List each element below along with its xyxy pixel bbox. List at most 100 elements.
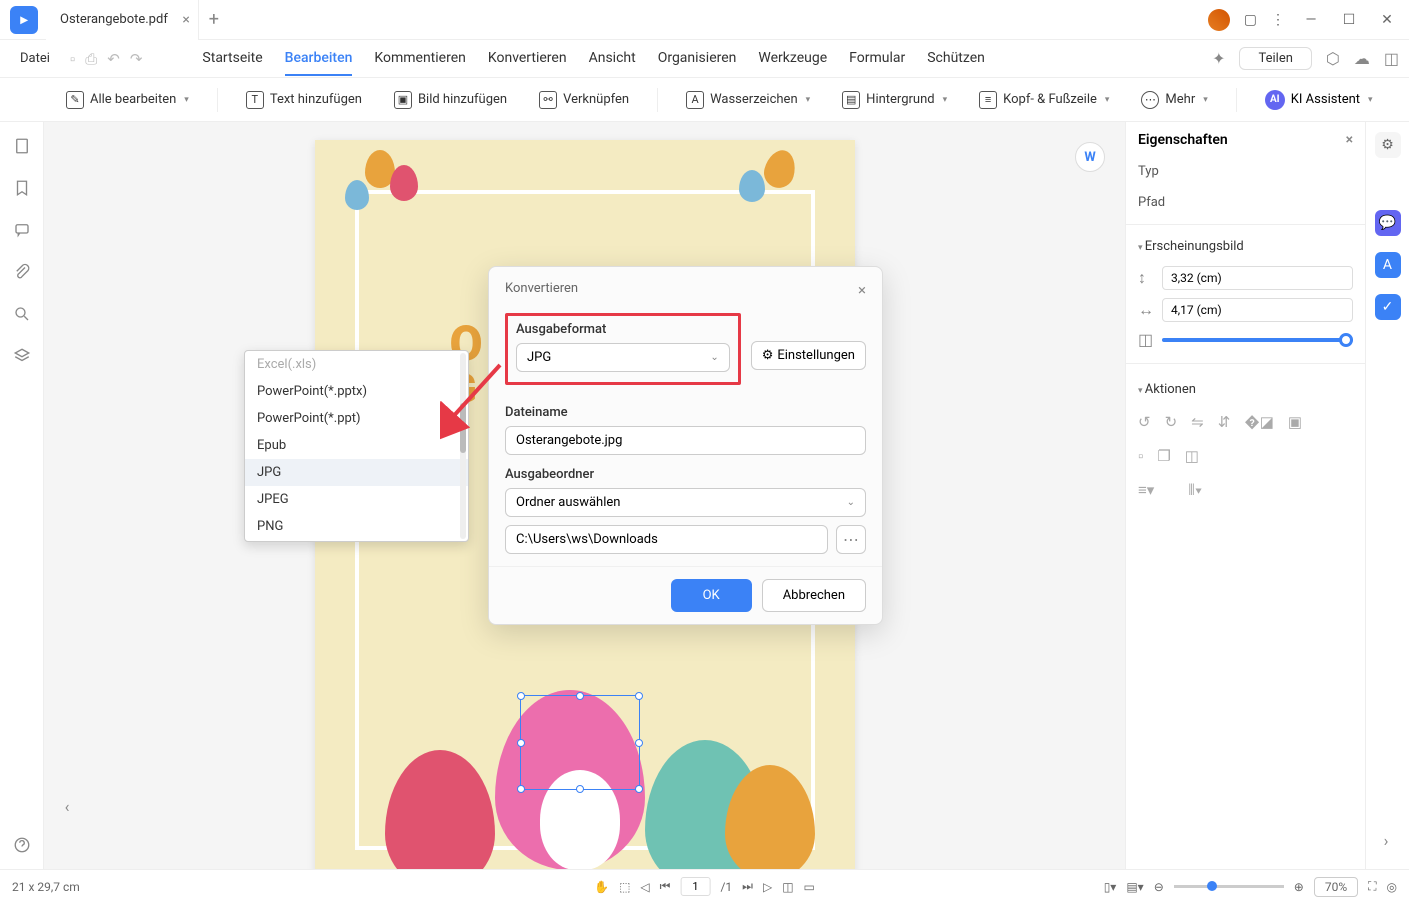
zoom-value[interactable]: 70% xyxy=(1314,877,1358,897)
select-tool-icon[interactable]: ⬚ xyxy=(619,880,630,894)
overlap-icon[interactable]: ◫ xyxy=(1185,447,1199,465)
dropdown-item[interactable]: BMP xyxy=(245,540,468,542)
tab-tools[interactable]: Werkzeuge xyxy=(758,42,827,76)
dropdown-item[interactable]: Epub xyxy=(245,432,468,459)
close-window-button[interactable]: ✕ xyxy=(1375,12,1399,28)
tab-form[interactable]: Formular xyxy=(849,42,905,76)
dropdown-item[interactable]: JPEG xyxy=(245,486,468,513)
browse-folder-button[interactable]: ⋯ xyxy=(836,525,866,554)
more-button[interactable]: ⋯Mehr xyxy=(1131,85,1217,115)
share-button[interactable]: Teilen xyxy=(1239,47,1311,70)
tab-edit[interactable]: Bearbeiten xyxy=(285,42,353,76)
search-icon[interactable] xyxy=(12,304,32,324)
filename-input[interactable] xyxy=(505,426,866,455)
share-icon-3[interactable]: ◫ xyxy=(1384,49,1399,68)
share-icon-1[interactable]: ⬡ xyxy=(1326,49,1340,68)
comments-icon[interactable] xyxy=(12,220,32,240)
help-icon[interactable] xyxy=(12,835,32,855)
appearance-section[interactable]: Erscheinungsbild xyxy=(1126,231,1365,262)
crop-icon[interactable]: �◪ xyxy=(1244,413,1274,431)
user-avatar[interactable] xyxy=(1208,9,1230,31)
tab-comment[interactable]: Kommentieren xyxy=(374,42,465,76)
dropdown-item[interactable]: PNG xyxy=(245,513,468,540)
height-input[interactable] xyxy=(1162,266,1353,290)
layers-icon[interactable] xyxy=(12,346,32,366)
next-page-icon[interactable]: ▷ xyxy=(763,880,772,894)
prev-page-icon[interactable]: ◁ xyxy=(640,880,649,894)
lightbulb-icon[interactable]: ✦ xyxy=(1212,49,1225,68)
fit-width-icon[interactable]: ▯▾ xyxy=(1104,880,1117,894)
tab-protect[interactable]: Schützen xyxy=(927,42,985,76)
undo-icon[interactable]: ↶ xyxy=(107,50,120,68)
document-tab[interactable]: Osterangebote.pdf × xyxy=(46,0,199,40)
copy-icon[interactable]: ❐ xyxy=(1157,447,1170,465)
zoom-slider[interactable] xyxy=(1174,885,1284,888)
dropdown-item[interactable]: PowerPoint(*.ppt) xyxy=(245,405,468,432)
ai-assistant-button[interactable]: AIKI Assistent xyxy=(1255,84,1383,116)
link-button[interactable]: ⚯Verknüpfen xyxy=(529,85,639,115)
thumbnails-icon[interactable] xyxy=(12,136,32,156)
bookmarks-icon[interactable] xyxy=(12,178,32,198)
width-input[interactable] xyxy=(1162,298,1353,322)
word-export-badge[interactable]: W xyxy=(1075,142,1105,172)
settings-button[interactable]: ⚙Einstellungen xyxy=(751,341,866,370)
distribute-icon[interactable]: ⦀▾ xyxy=(1188,481,1202,499)
collapse-left-icon[interactable]: ‹ xyxy=(52,791,82,821)
file-menu[interactable]: Datei xyxy=(10,51,60,66)
last-page-icon[interactable]: ⏭ xyxy=(742,879,753,894)
print-icon[interactable]: ⎙ xyxy=(85,50,97,68)
tab-close-icon[interactable]: × xyxy=(182,12,189,28)
folder-path-input[interactable] xyxy=(505,525,828,554)
tab-view[interactable]: Ansicht xyxy=(589,42,636,76)
tab-convert[interactable]: Konvertieren xyxy=(488,42,567,76)
cancel-button[interactable]: Abbrechen xyxy=(762,579,866,612)
dropdown-scrollbar[interactable] xyxy=(460,353,466,539)
page-layout-icon[interactable]: ◫ xyxy=(782,880,793,894)
settings-rail-icon[interactable]: ⚙ xyxy=(1375,132,1401,158)
fullscreen-icon[interactable]: ⛶ xyxy=(1368,879,1376,894)
hand-tool-icon[interactable]: ✋ xyxy=(594,880,609,894)
format-select[interactable]: JPG⌄ xyxy=(516,343,730,372)
close-panel-icon[interactable]: × xyxy=(1346,132,1353,148)
flip-v-icon[interactable]: ⇵ xyxy=(1218,413,1231,431)
dropdown-item[interactable]: PowerPoint(*.pptx) xyxy=(245,378,468,405)
new-tab-button[interactable]: + xyxy=(199,9,229,30)
collapse-right-icon[interactable]: › xyxy=(1371,825,1401,855)
rotate-right-icon[interactable]: ↻ xyxy=(1165,413,1178,431)
comment-icon[interactable]: ▢ xyxy=(1244,12,1257,28)
dropdown-item[interactable]: Excel(.xls) xyxy=(245,351,468,378)
ai-chat-icon[interactable]: 💬 xyxy=(1375,210,1401,236)
rotate-left-icon[interactable]: ↺ xyxy=(1138,413,1151,431)
background-button[interactable]: ▤Hintergrund xyxy=(832,85,957,115)
view-mode-icon[interactable]: ▤▾ xyxy=(1126,880,1143,894)
page-number-input[interactable] xyxy=(680,877,710,896)
replace-icon[interactable]: ▣ xyxy=(1288,413,1302,431)
fit-page-icon[interactable]: ◎ xyxy=(1387,880,1397,894)
first-page-icon[interactable]: ⏮ xyxy=(660,879,671,894)
ai-check-icon[interactable]: ✓ xyxy=(1375,294,1401,320)
extract-icon[interactable]: ▫ xyxy=(1138,447,1143,465)
dropdown-item-selected[interactable]: JPG xyxy=(245,459,468,486)
kebab-menu-icon[interactable]: ⋮ xyxy=(1271,12,1285,28)
ai-translate-icon[interactable]: A xyxy=(1375,252,1401,278)
cloud-upload-icon[interactable]: ☁ xyxy=(1354,49,1370,68)
tab-start[interactable]: Startseite xyxy=(202,42,262,76)
add-text-button[interactable]: TText hinzufügen xyxy=(236,85,372,115)
header-footer-button[interactable]: ≡Kopf- & Fußzeile xyxy=(969,85,1119,115)
tab-organize[interactable]: Organisieren xyxy=(658,42,737,76)
redo-icon[interactable]: ↷ xyxy=(130,50,143,68)
maximize-button[interactable]: ☐ xyxy=(1337,12,1361,28)
actions-section[interactable]: Aktionen xyxy=(1126,374,1365,405)
save-icon[interactable]: ▫ xyxy=(70,50,75,68)
flip-h-icon[interactable]: ⇋ xyxy=(1191,413,1204,431)
ok-button[interactable]: OK xyxy=(671,579,752,612)
opacity-slider[interactable] xyxy=(1162,338,1353,342)
folder-select[interactable]: Ordner auswählen⌄ xyxy=(505,488,866,517)
watermark-button[interactable]: AWasserzeichen xyxy=(676,85,820,115)
attachments-icon[interactable] xyxy=(12,262,32,282)
zoom-in-icon[interactable]: ⊕ xyxy=(1294,880,1304,894)
add-image-button[interactable]: ▣Bild hinzufügen xyxy=(384,85,517,115)
selection-box[interactable] xyxy=(520,695,640,790)
dialog-close-icon[interactable]: × xyxy=(858,281,866,299)
align-icon[interactable]: ≡▾ xyxy=(1138,481,1154,499)
